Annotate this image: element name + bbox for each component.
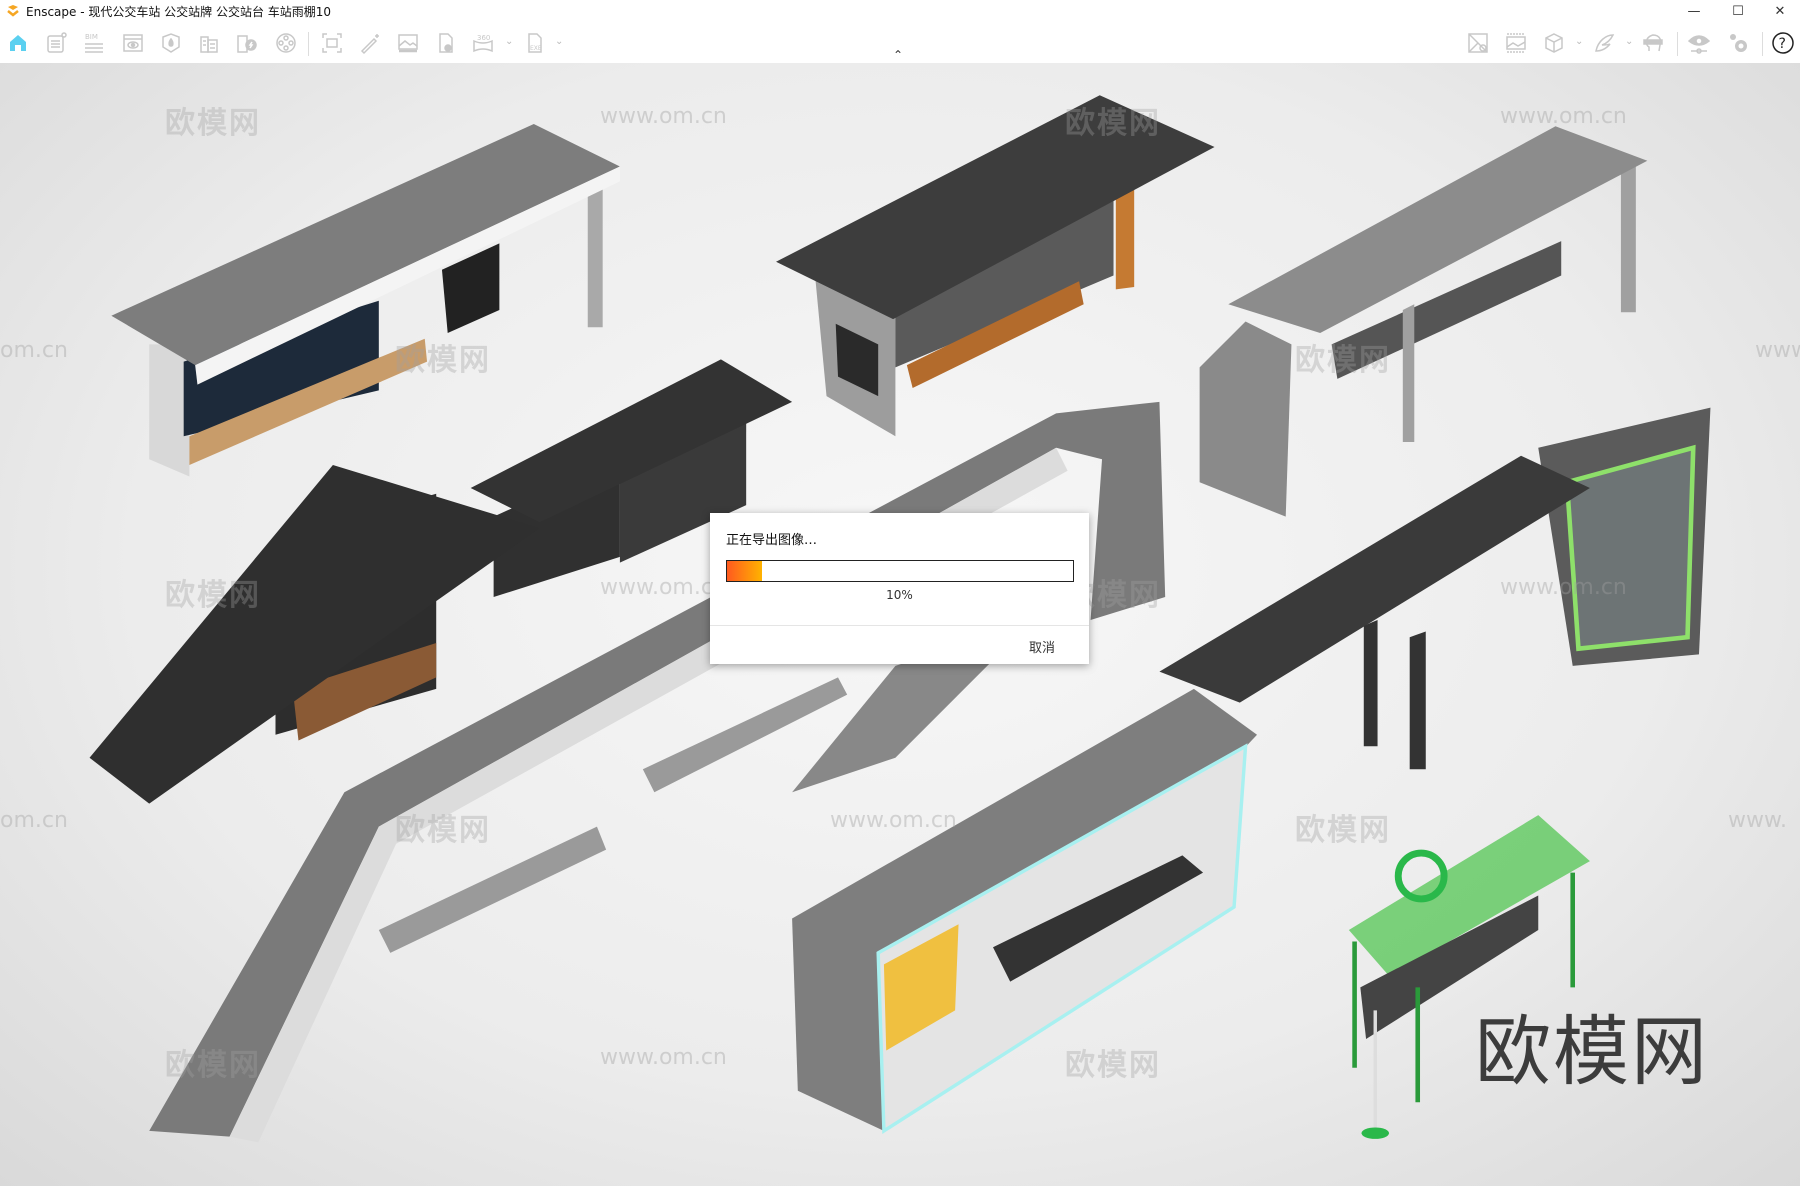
watermark: 欧模网 [395,813,491,848]
watermark-url: www. [1755,338,1800,363]
dialog-divider [710,625,1089,626]
watermark: 欧模网 [165,578,261,613]
progress-fill [727,561,762,581]
watermark-url: om.cn [0,338,68,363]
watermark: 欧模网 [165,1048,261,1083]
watermark-url: www.om.cn [600,575,727,600]
cancel-button[interactable]: 取消 [1025,633,1059,660]
watermark-url: om.cn [0,808,68,833]
watermark: 欧模网 [1295,343,1391,378]
shelter-top-left [111,123,620,477]
watermark-url: www.om.cn [830,808,957,833]
watermark-url: www.om.cn [600,104,727,129]
dialog-title: 正在导出图像… [726,533,818,548]
watermark-url: www. [1728,808,1787,833]
progress-percent-label: 10% [886,588,913,602]
watermark-url: www.om.cn [1500,104,1627,129]
watermark: 欧模网 [1065,1048,1161,1083]
watermark: 欧模网 [395,343,491,378]
watermark-url: www.om.cn [1500,575,1627,600]
shelter-top-center [776,95,1215,437]
watermark-url: www.om.cn [600,1045,727,1070]
watermark: 欧模网 [165,106,261,141]
watermark-large: 欧模网 [1475,1007,1709,1096]
watermark: 欧模网 [1295,813,1391,848]
watermark: 欧模网 [1065,106,1161,141]
export-progress-bar [726,560,1074,582]
export-progress-dialog: 正在导出图像… 10% 取消 [710,513,1089,664]
